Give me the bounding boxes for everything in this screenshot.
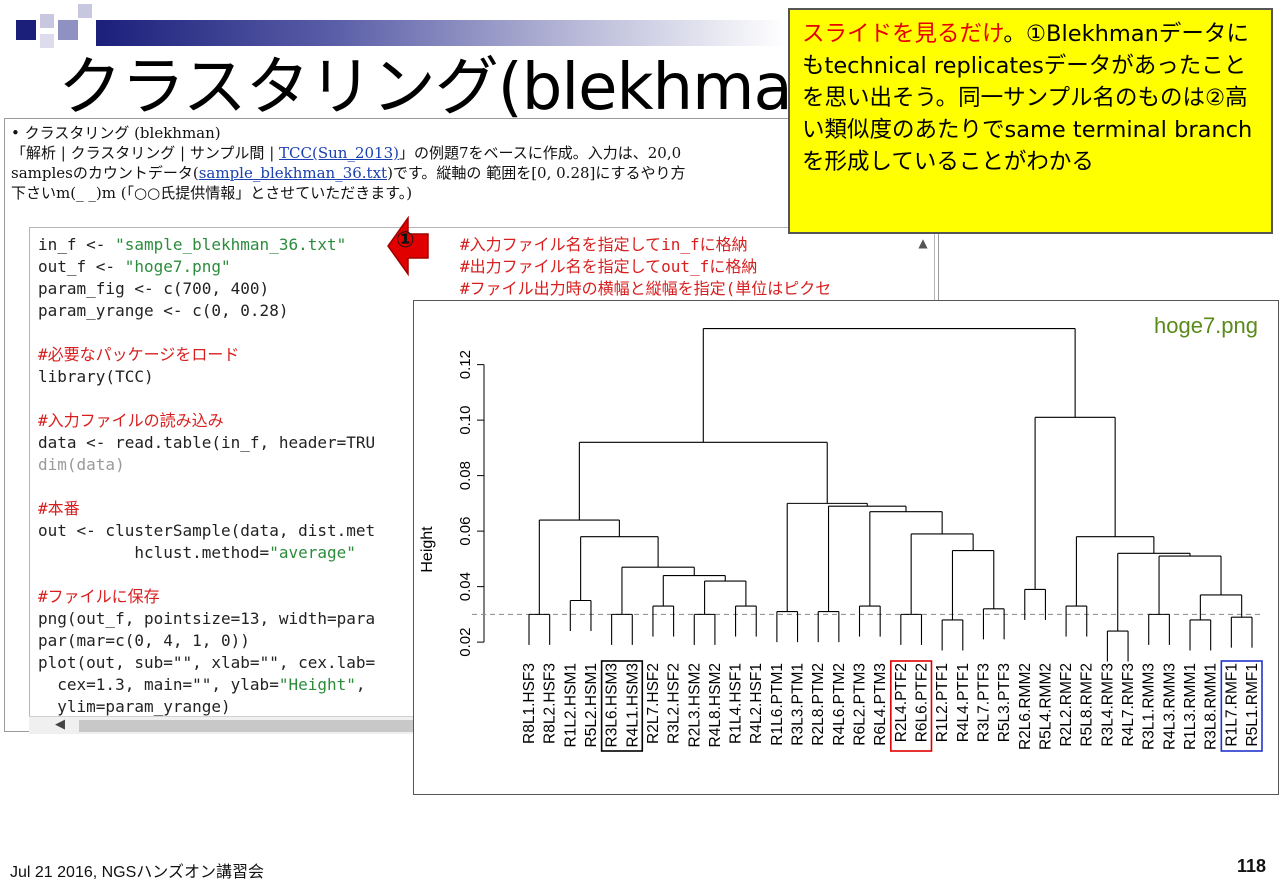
y-tick-label: 0.12 bbox=[457, 350, 474, 379]
leaf-label: R3L6.HSM3 bbox=[604, 663, 621, 747]
code-line: #必要なパッケージをロード bbox=[38, 345, 240, 364]
code-comments: #入力ファイル名を指定してin_fに格納 #出力ファイル名を指定してout_fに格… bbox=[460, 234, 831, 300]
marker-1-label: ① bbox=[396, 228, 415, 253]
dendrogram-plot: hoge7.png 0.02 0.04 0.06 0.08 0.10 0.12 Height… bbox=[413, 300, 1279, 795]
code-line: par(mar=c(0, 4, 1, 0)) bbox=[38, 631, 250, 650]
leaf-label: R8L2.HSF3 bbox=[542, 663, 559, 744]
code-line: #本番 bbox=[38, 499, 80, 518]
doc-line-2-post: 」の例題7をベースに作成。入力は、20,0 bbox=[398, 144, 682, 162]
leaf-label: R5L2.HSM1 bbox=[583, 663, 600, 747]
slide-title: クラスタリング(blekhman) bbox=[58, 51, 856, 125]
callout-red-text: スライドを見るだけ bbox=[802, 21, 1004, 47]
y-axis-title: Height bbox=[419, 526, 436, 573]
leaf-label: R2L6.RMM2 bbox=[1017, 663, 1034, 750]
leaf-label: R4L4.PTF1 bbox=[955, 663, 972, 742]
code-lines: in_f <- "sample_blekhman_36.txt" out_f <-… bbox=[38, 234, 375, 718]
leaf-label: R4L6.PTM2 bbox=[831, 663, 848, 746]
leaf-label: R2L8.PTM2 bbox=[810, 663, 827, 746]
leaf-label: R4L2.HSF1 bbox=[748, 663, 765, 744]
doc-line-2-pre: 「解析 | クラスタリング | サンプル間 | bbox=[11, 144, 280, 162]
leaf-label: R5L8.RMF2 bbox=[1079, 663, 1096, 747]
doc-line-3-post: )です。縦軸の 範囲を[0, 0.28]にするやり方 bbox=[387, 164, 686, 182]
code-line: library(TCC) bbox=[38, 367, 154, 386]
leaf-label: R4L1.HSM3 bbox=[624, 663, 641, 747]
code-line: cex=1.3, main="", ylab="Height", bbox=[38, 675, 366, 694]
code-comment: #ファイル出力時の横幅と縦幅を指定(単位はピクセ bbox=[460, 279, 832, 298]
y-tick-label: 0.08 bbox=[457, 461, 474, 490]
code-comment: #出力ファイル名を指定してout_fに格納 bbox=[460, 257, 758, 276]
leaf-label: R1L3.RMM1 bbox=[1182, 663, 1199, 750]
leaf-label: R1L2.HSM1 bbox=[562, 663, 579, 747]
decor-square-light3 bbox=[78, 4, 92, 18]
leaf-label: R3L7.PTF3 bbox=[975, 663, 992, 742]
scroll-left-icon[interactable]: ◀ bbox=[55, 717, 65, 732]
code-line: #ファイルに保存 bbox=[38, 587, 160, 606]
code-line: plot(out, sub="", xlab="", cex.lab= bbox=[38, 653, 376, 672]
y-tick-label: 0.10 bbox=[457, 406, 474, 435]
code-line: png(out_f, pointsize=13, width=para bbox=[38, 609, 376, 628]
leaf-label: R6L4.PTM3 bbox=[872, 663, 889, 746]
y-tick-label: 0.06 bbox=[457, 517, 474, 546]
doc-description: • クラスタリング (blekhman) 「解析 | クラスタリング | サンプ… bbox=[11, 123, 871, 203]
code-line: #入力ファイルの読み込み bbox=[38, 411, 224, 430]
leaf-label: R3L1.RMM3 bbox=[1141, 663, 1158, 750]
leaf-label: R4L3.RMM3 bbox=[1161, 663, 1178, 750]
leaf-label: R2L2.RMF2 bbox=[1058, 663, 1075, 747]
code-line: param_fig <- c(700, 400) bbox=[38, 279, 270, 298]
y-tick-label: 0.02 bbox=[457, 628, 474, 657]
leaf-label: R1L4.HSF1 bbox=[728, 663, 745, 744]
dendrogram-svg: 0.020.040.060.080.100.12HeightR8L1.HSF3 R… bbox=[419, 327, 1264, 752]
leaf-label: R3L2.HSF2 bbox=[666, 663, 683, 744]
code-line: param_yrange <- c(0, 0.28) bbox=[38, 301, 289, 320]
code-line: hclust.method="average" bbox=[38, 543, 356, 562]
leaf-label: R1L2.PTF1 bbox=[934, 663, 951, 742]
callout-box: スライドを見るだけ。①Blekhmanデータにもtechnical replic… bbox=[788, 8, 1273, 234]
leaf-label: R4L8.HSM2 bbox=[707, 663, 724, 747]
sample-file-link[interactable]: sample_blekhman_36.txt bbox=[199, 164, 387, 182]
decor-square-light bbox=[40, 14, 54, 28]
leaf-label: R5L3.PTF3 bbox=[996, 663, 1013, 742]
leaf-label: R5L1.RMF1 bbox=[1244, 663, 1261, 747]
decor-square-dark bbox=[16, 20, 36, 40]
tcc-link[interactable]: TCC(Sun_2013) bbox=[279, 144, 399, 162]
leaf-label: R5L4.RMM2 bbox=[1037, 663, 1054, 750]
doc-line-2: 「解析 | クラスタリング | サンプル間 | TCC(Sun_2013)」の例… bbox=[11, 143, 871, 163]
leaf-label: R2L7.HSF2 bbox=[645, 663, 662, 744]
code-line: out <- clusterSample(data, dist.met bbox=[38, 521, 376, 540]
leaf-label: R3L3.PTM1 bbox=[790, 663, 807, 746]
scrollbar-thumb[interactable] bbox=[79, 720, 419, 732]
leaf-label: R4L7.RMF3 bbox=[1120, 663, 1137, 747]
doc-bullet: • クラスタリング (blekhman) bbox=[11, 124, 221, 142]
doc-line-4: 下さいm(_ _)m (「○○氏提供情報」とさせていただきます。) bbox=[11, 184, 413, 202]
scroll-up-icon[interactable]: ▲ bbox=[916, 236, 930, 250]
leaf-label: R6L2.PTM3 bbox=[852, 663, 869, 746]
leaf-label: R3L4.RMF3 bbox=[1099, 663, 1116, 747]
code-line: out_f <- "hoge7.png" bbox=[38, 257, 231, 276]
leaf-label: R1L6.PTM1 bbox=[769, 663, 786, 746]
doc-line-3: samplesのカウントデータ(sample_blekhman_36.txt)で… bbox=[11, 163, 871, 183]
code-line: ylim=param_yrange) bbox=[38, 697, 231, 716]
leaf-label: R2L3.HSM2 bbox=[686, 663, 703, 747]
code-line: data <- read.table(in_f, header=TRU bbox=[38, 433, 376, 452]
y-tick-label: 0.04 bbox=[457, 572, 474, 601]
leaf-label: R2L4.PTF2 bbox=[893, 663, 910, 742]
decor-square-light2 bbox=[40, 34, 54, 48]
title-gradient-bar bbox=[96, 20, 786, 46]
code-line: dim(data) bbox=[38, 455, 125, 474]
code-line: in_f <- "sample_blekhman_36.txt" bbox=[38, 235, 347, 254]
page-number: 118 bbox=[1236, 856, 1266, 876]
decor-square-mid bbox=[58, 20, 78, 40]
leaf-label: R1L7.RMF1 bbox=[1223, 663, 1240, 747]
leaf-label: R3L8.RMM1 bbox=[1203, 663, 1220, 750]
footer-date: Jul 21 2016, NGSハンズオン講習会 bbox=[10, 864, 264, 881]
doc-line-3-pre: samplesのカウントデータ( bbox=[11, 164, 199, 182]
leaf-label: R6L6.PTF2 bbox=[913, 663, 930, 742]
leaf-label: R8L1.HSF3 bbox=[521, 663, 538, 744]
code-comment: #入力ファイル名を指定してin_fに格納 bbox=[460, 235, 748, 254]
